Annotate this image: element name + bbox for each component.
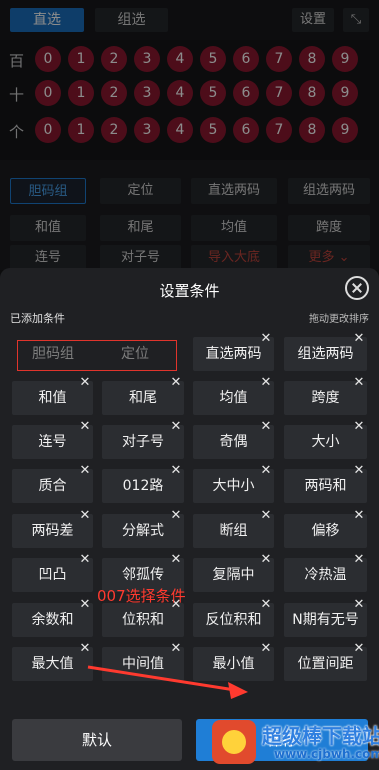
- condition-item-label: 邻孤传: [122, 567, 164, 583]
- condition-item[interactable]: 分解式 ✕: [102, 509, 184, 548]
- condition-item-label: 中间值: [122, 656, 164, 672]
- remove-icon[interactable]: ✕: [260, 598, 272, 611]
- condition-item[interactable]: 偏移 ✕: [284, 509, 367, 548]
- remove-icon[interactable]: ✕: [79, 598, 91, 611]
- condition-item-label: 和值: [38, 390, 67, 406]
- remove-icon[interactable]: ✕: [353, 509, 365, 522]
- condition-item-label: 和尾: [129, 390, 157, 406]
- condition-item-label: 余数和: [31, 612, 74, 628]
- remove-icon[interactable]: ✕: [170, 553, 182, 566]
- condition-item-label: 反位积和: [205, 612, 262, 628]
- condition-item-label: 最大值: [31, 656, 74, 672]
- condition-item-label: 直选两码: [205, 346, 262, 362]
- condition-item-label: 断组: [219, 523, 248, 539]
- remove-icon[interactable]: ✕: [260, 376, 272, 389]
- condition-item[interactable]: 质合 ✕: [12, 464, 93, 503]
- annotation-text: 007选择条件: [97, 587, 186, 605]
- remove-icon[interactable]: ✕: [79, 509, 91, 522]
- remove-icon[interactable]: ✕: [170, 420, 182, 433]
- condition-item[interactable]: 两码和 ✕: [284, 464, 367, 503]
- condition-item[interactable]: 反位积和 ✕: [193, 598, 274, 637]
- condition-item[interactable]: 凹凸 ✕: [12, 553, 93, 592]
- condition-item-label: 两码差: [31, 523, 74, 539]
- remove-icon[interactable]: ✕: [353, 553, 365, 566]
- close-icon[interactable]: [345, 276, 369, 300]
- condition-item-label: 位置间距: [297, 656, 354, 672]
- condition-item-label: 组选两码: [297, 346, 354, 362]
- watermark-name: 超级棒下载站: [262, 724, 379, 748]
- condition-item-label: 跨度: [311, 390, 340, 406]
- condition-item-label: 对子号: [122, 434, 164, 450]
- remove-icon[interactable]: ✕: [353, 642, 365, 655]
- remove-icon[interactable]: ✕: [170, 376, 182, 389]
- drag-sort-hint: 拖动更改排序: [309, 314, 369, 325]
- remove-icon[interactable]: ✕: [353, 464, 365, 477]
- condition-item[interactable]: 最大值 ✕: [12, 642, 93, 681]
- condition-item[interactable]: N期有无号 ✕: [284, 598, 367, 637]
- watermark-logo-icon: [212, 720, 256, 764]
- remove-icon[interactable]: ✕: [79, 376, 91, 389]
- condition-item-label: 奇偶: [219, 434, 248, 450]
- remove-icon[interactable]: ✕: [260, 420, 272, 433]
- condition-item[interactable]: 直选两码 ✕: [193, 332, 274, 371]
- remove-icon[interactable]: ✕: [260, 509, 272, 522]
- condition-item[interactable]: 组选两码 ✕: [284, 332, 367, 371]
- remove-icon[interactable]: ✕: [260, 332, 272, 345]
- sheet-title: 设置条件: [159, 282, 220, 300]
- condition-item[interactable]: 两码差 ✕: [12, 509, 93, 548]
- remove-icon[interactable]: ✕: [260, 464, 272, 477]
- remove-icon[interactable]: ✕: [260, 642, 272, 655]
- condition-item-label: 复隔中: [212, 567, 255, 583]
- condition-item-label: 最小值: [212, 656, 255, 672]
- remove-icon[interactable]: ✕: [79, 642, 91, 655]
- highlight-box: [17, 340, 177, 371]
- condition-item-label: 大中小: [212, 478, 255, 494]
- condition-item[interactable]: 大小 ✕: [284, 420, 367, 459]
- remove-icon[interactable]: ✕: [79, 553, 91, 566]
- condition-item[interactable]: 复隔中 ✕: [193, 553, 274, 592]
- condition-item[interactable]: 中间值 ✕: [102, 642, 184, 681]
- condition-item[interactable]: 冷热温 ✕: [284, 553, 367, 592]
- condition-item-label: 两码和: [304, 478, 347, 494]
- condition-item[interactable]: 跨度 ✕: [284, 376, 367, 415]
- condition-item[interactable]: 位积和 ✕: [102, 598, 184, 637]
- condition-item-label: 质合: [38, 478, 67, 494]
- condition-item-label: 012路: [122, 478, 164, 494]
- condition-item-label: 凹凸: [38, 567, 67, 583]
- condition-item-label: 偏移: [311, 523, 340, 539]
- remove-icon[interactable]: ✕: [260, 553, 272, 566]
- condition-item-label: N期有无号: [292, 612, 359, 628]
- condition-item-label: 分解式: [122, 523, 164, 539]
- condition-item[interactable]: 断组 ✕: [193, 509, 274, 548]
- remove-icon[interactable]: ✕: [170, 642, 182, 655]
- condition-item[interactable]: 均值 ✕: [193, 376, 274, 415]
- remove-icon[interactable]: ✕: [170, 464, 182, 477]
- remove-icon[interactable]: ✕: [79, 464, 91, 477]
- condition-item[interactable]: 012路 ✕: [102, 464, 184, 503]
- condition-item[interactable]: 和值 ✕: [12, 376, 93, 415]
- condition-item-label: 位积和: [122, 612, 164, 628]
- condition-item-label: 大小: [311, 434, 340, 450]
- remove-icon[interactable]: ✕: [353, 376, 365, 389]
- condition-item-label: 冷热温: [304, 567, 347, 583]
- condition-item-label: 均值: [219, 390, 248, 406]
- remove-icon[interactable]: ✕: [79, 420, 91, 433]
- remove-icon[interactable]: ✕: [353, 332, 365, 345]
- condition-item[interactable]: 最小值 ✕: [193, 642, 274, 681]
- condition-item-label: 连号: [38, 434, 67, 450]
- condition-item[interactable]: 和尾 ✕: [102, 376, 184, 415]
- condition-item[interactable]: 大中小 ✕: [193, 464, 274, 503]
- condition-item[interactable]: 对子号 ✕: [102, 420, 184, 459]
- remove-icon[interactable]: ✕: [353, 598, 365, 611]
- remove-icon[interactable]: ✕: [353, 420, 365, 433]
- condition-item[interactable]: 奇偶 ✕: [193, 420, 274, 459]
- condition-item[interactable]: 余数和 ✕: [12, 598, 93, 637]
- watermark: 超级棒下载站 www.cjbwh.com: [212, 716, 379, 768]
- added-conditions-label: 已添加条件: [10, 312, 65, 325]
- condition-item[interactable]: 连号 ✕: [12, 420, 93, 459]
- watermark-url: www.cjbwh.com: [274, 747, 379, 761]
- default-button[interactable]: 默认: [12, 719, 182, 761]
- remove-icon[interactable]: ✕: [170, 509, 182, 522]
- condition-item[interactable]: 位置间距 ✕: [284, 642, 367, 681]
